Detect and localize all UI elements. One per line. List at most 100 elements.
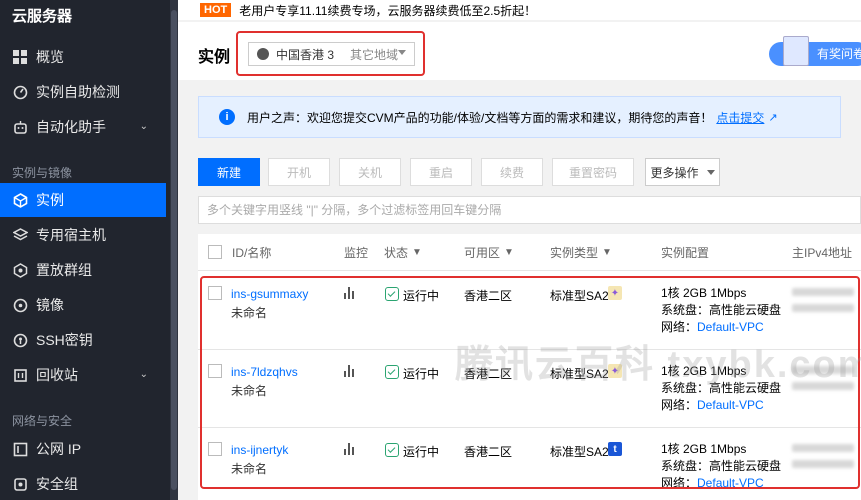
filter-icon[interactable]: ▼ — [412, 247, 422, 258]
network-label: 网络： — [661, 320, 698, 334]
instance-id-link[interactable]: ins-gsummaxy — [231, 287, 308, 301]
grid-icon — [12, 49, 28, 65]
sidebar-item-label: 公网 IP — [36, 441, 82, 457]
sidebar-item-label: 回收站 — [36, 367, 78, 383]
sidebar-item-recycle-bin[interactable]: 回收站 ⌄ — [0, 358, 166, 392]
row-checkbox[interactable] — [208, 442, 222, 456]
running-icon — [385, 443, 399, 457]
ip-icon — [12, 441, 28, 457]
sidebar-section-network: 网络与安全 — [12, 414, 73, 428]
region-other: 其它地域 — [350, 47, 399, 62]
region-selector[interactable]: 中国香港 3 其它地域 — [248, 42, 415, 66]
row-checkbox[interactable] — [208, 364, 222, 378]
filter-icon[interactable]: ▼ — [602, 247, 612, 258]
instance-spec: 1核 2GB 1Mbps — [661, 442, 747, 456]
running-icon — [385, 287, 399, 301]
sidebar-item-public-ip[interactable]: 公网 IP — [0, 432, 166, 466]
sidebar-item-placement-group[interactable]: 置放群组 — [0, 253, 166, 287]
info-icon: i — [219, 109, 235, 125]
scrollbar-thumb[interactable] — [171, 10, 177, 490]
instance-disk: 系统盘：高性能云硬盘 — [661, 381, 782, 395]
instance-status: 运行中 — [403, 367, 440, 381]
banner-text[interactable]: 老用户专享11.11续费专场，云服务器续费低至2.5折起！ — [239, 2, 536, 19]
notice-text: 用户之声：欢迎您提交CVM产品的功能/体验/文档等方面的需求和建议，期待您的声音… — [247, 110, 713, 125]
bar-chart-icon[interactable] — [344, 365, 356, 377]
instance-id-link[interactable]: ins-7ldzqhvs — [231, 365, 298, 379]
table-row: ins-gsummaxy 未命名 运行中 香港二区 标准型SA2 ✦ 1核 2G… — [198, 271, 861, 349]
chevron-down-icon: ⌄ — [139, 369, 148, 380]
stop-button[interactable]: 关机 — [339, 158, 401, 186]
row-checkbox[interactable] — [208, 286, 222, 300]
sidebar-item-label: 专用宿主机 — [36, 227, 106, 243]
network-label: 网络： — [661, 398, 698, 412]
page-title: 实例 — [198, 49, 231, 66]
sidebar-item-automation[interactable]: 自动化助手 ⌄ — [0, 110, 166, 144]
sidebar-item-instances[interactable]: 实例 — [0, 183, 166, 217]
robot-icon — [12, 119, 28, 135]
sidebar-item-security-group[interactable]: 安全组 — [0, 467, 166, 500]
table-row: ins-ijnertyk 未命名 运行中 香港二区 标准型SA2 t 1核 2G… — [198, 427, 861, 500]
instance-id-link[interactable]: ins-ijnertyk — [231, 443, 288, 457]
sidebar-item-ssh-key[interactable]: SSH密钥 — [0, 323, 166, 357]
search-input[interactable]: 多个关键字用竖线 "|" 分隔，多个过滤标签用回车键分隔 — [198, 196, 861, 224]
notice-submit-link[interactable]: 点击提交 — [716, 109, 764, 126]
instance-network: 网络：Default-VPC — [661, 318, 764, 335]
promo-banner[interactable]: HOT 老用户专享11.11续费专场，云服务器续费低至2.5折起！ — [178, 0, 861, 20]
ip-address-redacted — [792, 444, 854, 452]
key-icon — [12, 332, 28, 348]
bar-chart-icon[interactable] — [344, 443, 356, 455]
sidebar-scrollbar[interactable] — [170, 0, 178, 500]
instance-name: 未命名 — [231, 306, 268, 320]
sidebar-title: 云服务器 — [12, 8, 73, 25]
ip-address-redacted — [792, 288, 854, 296]
instance-disk: 系统盘：高性能云硬盘 — [661, 459, 782, 473]
sidebar-item-dedicated-host[interactable]: 专用宿主机 — [0, 218, 166, 252]
chevron-down-icon: ⌄ — [139, 121, 148, 132]
sidebar-item-label: SSH密钥 — [36, 332, 93, 348]
col-ip: 主IPv4地址 — [792, 245, 853, 260]
ip-address-redacted — [792, 382, 854, 390]
vpc-link[interactable]: Default-VPC — [697, 398, 764, 412]
ip-address-redacted — [792, 304, 854, 312]
sidebar-item-label: 实例自助检测 — [36, 84, 120, 100]
sidebar-item-label: 安全组 — [36, 476, 78, 492]
sidebar: 云服务器 概览 实例自助检测 自动化助手 ⌄ 实例与镜像 实例 专用宿主机 置放… — [0, 0, 178, 500]
feedback-label: 有奖问卷 — [817, 47, 861, 61]
new-button[interactable]: 新建 — [198, 158, 260, 186]
bar-chart-icon[interactable] — [344, 287, 356, 299]
chevron-down-icon — [706, 169, 715, 175]
sidebar-item-label: 概览 — [36, 49, 64, 65]
globe-icon — [257, 48, 269, 60]
restart-button[interactable]: 重启 — [410, 158, 472, 186]
start-button[interactable]: 开机 — [268, 158, 330, 186]
reset-password-button[interactable]: 重置密码 — [552, 158, 634, 186]
filter-icon[interactable]: ▼ — [504, 247, 514, 258]
instance-spec: 1核 2GB 1Mbps — [661, 286, 747, 300]
sidebar-item-self-check[interactable]: 实例自助检测 — [0, 75, 166, 109]
col-type[interactable]: 实例类型 ▼ — [550, 234, 612, 270]
col-zone[interactable]: 可用区 ▼ — [464, 234, 514, 270]
sidebar-item-overview[interactable]: 概览 — [0, 40, 166, 74]
vpc-link[interactable]: Default-VPC — [697, 320, 764, 334]
sidebar-item-image[interactable]: 镜像 — [0, 288, 166, 322]
instance-network: 网络：Default-VPC — [661, 396, 764, 413]
instance-network: 网络：Default-VPC — [661, 474, 764, 491]
document-icon — [783, 36, 809, 66]
instance-type: 标准型SA2 — [550, 289, 609, 303]
instance-zone: 香港二区 — [464, 445, 513, 459]
disc-icon — [12, 297, 28, 313]
recycle-icon — [12, 367, 28, 383]
sidebar-item-label: 镜像 — [36, 297, 64, 313]
instance-status: 运行中 — [403, 445, 440, 459]
feedback-button[interactable]: 有奖问卷 — [769, 36, 861, 66]
shield-icon — [12, 476, 28, 492]
select-all-checkbox[interactable] — [208, 245, 222, 259]
col-status-label: 状态 — [384, 245, 409, 260]
vpc-link[interactable]: Default-VPC — [697, 476, 764, 490]
region-highlight: 中国香港 3 其它地域 — [236, 31, 425, 76]
star-badge-icon: ✦ — [608, 286, 622, 300]
renew-button[interactable]: 续费 — [481, 158, 543, 186]
star-badge-icon: ✦ — [608, 364, 622, 378]
col-status[interactable]: 状态 ▼ — [384, 234, 422, 270]
more-actions-button[interactable]: 更多操作 — [645, 158, 720, 186]
